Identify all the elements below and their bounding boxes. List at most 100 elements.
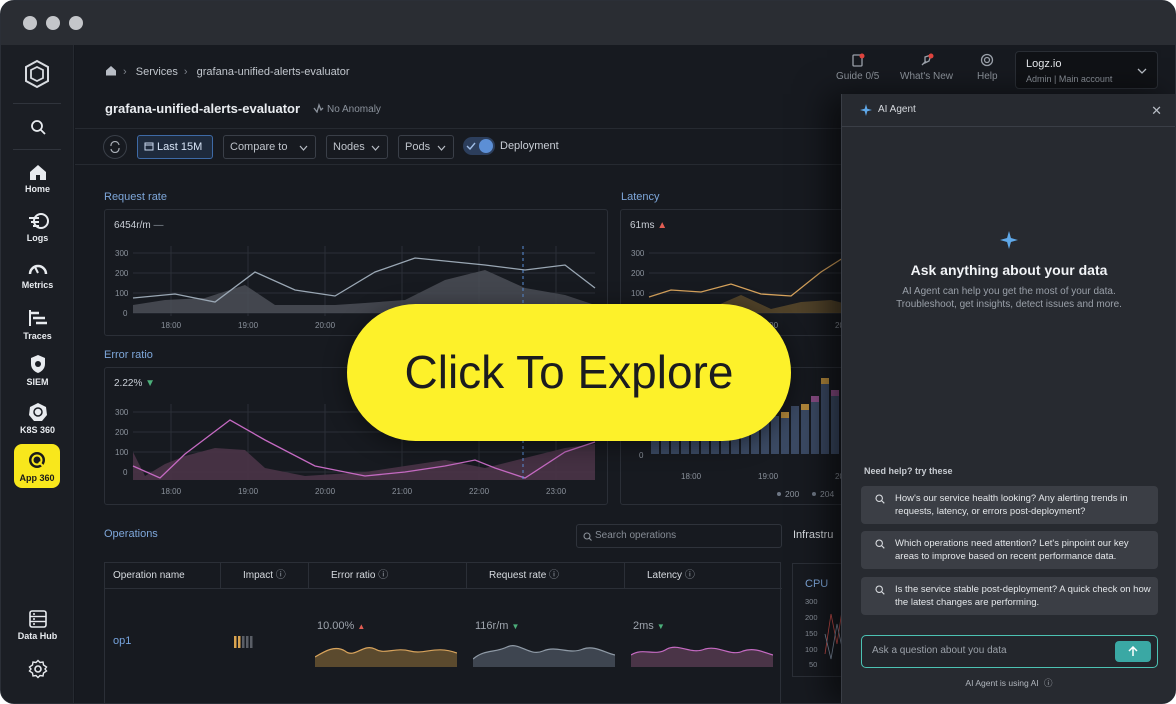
account-switcher[interactable]: Logz.io Admin | Main account xyxy=(1015,51,1158,89)
y-tick: 300 xyxy=(631,249,645,258)
window-dot-minimize[interactable] xyxy=(46,16,60,30)
ai-footer: AI Agent is using AI ⓘ xyxy=(842,677,1175,689)
y-tick: 200 xyxy=(115,269,129,278)
sidebar-divider xyxy=(13,103,61,104)
refresh-button[interactable] xyxy=(103,135,127,159)
y-tick: 300 xyxy=(115,408,129,417)
search-icon xyxy=(583,532,592,541)
guide-button[interactable]: Guide 0/5 xyxy=(836,53,879,82)
operation-name-link[interactable]: op1 xyxy=(113,635,131,647)
sidebar-item-label: Logs xyxy=(26,233,49,243)
x-tick: 19:00 xyxy=(238,321,259,330)
column-header-latency[interactable]: Latency ⓘ xyxy=(625,563,782,589)
y-tick: 0 xyxy=(123,468,128,477)
latency-sparkline xyxy=(631,646,773,667)
anomaly-icon xyxy=(313,102,324,114)
ai-suggestion-3[interactable]: Is the service stable post-deployment? A… xyxy=(861,577,1158,615)
status-bar xyxy=(801,410,809,454)
y-tick: 100 xyxy=(115,289,129,298)
time-range-button[interactable]: Last 15M xyxy=(137,135,213,159)
rocket-icon xyxy=(921,53,934,66)
column-header-operation[interactable]: Operation name xyxy=(105,563,221,589)
operations-table: Operation name Impact ⓘ Error ratio ⓘ Re… xyxy=(104,562,782,703)
guide-label: Guide 0/5 xyxy=(836,71,880,82)
status-bar xyxy=(831,396,839,454)
sidebar-item-label: SIEM xyxy=(26,377,49,387)
x-tick: 21:00 xyxy=(392,487,413,496)
anomaly-status: No Anomaly xyxy=(313,102,381,115)
ai-suggestion-2[interactable]: Which operations need attention? Let's p… xyxy=(861,531,1158,569)
search-icon xyxy=(875,539,885,549)
sidebar-item-datahub[interactable]: Data Hub xyxy=(1,610,74,654)
error-ratio-title: Error ratio xyxy=(104,349,153,361)
sidebar-item-search[interactable] xyxy=(1,119,74,163)
breadcrumb: › Services › grafana-unified-alerts-evalu… xyxy=(105,65,356,78)
calendar-icon xyxy=(144,142,154,151)
window-dot-maximize[interactable] xyxy=(69,16,83,30)
y-tick: 100 xyxy=(805,645,818,654)
sidebar-item-label: Data Hub xyxy=(17,631,58,641)
pods-dropdown[interactable]: Pods xyxy=(398,135,454,159)
sidebar-item-label: K8S 360 xyxy=(19,425,56,435)
status-bar xyxy=(811,402,819,454)
send-button[interactable] xyxy=(1115,641,1151,662)
x-tick: 20:00 xyxy=(315,321,336,330)
sidebar-item-settings[interactable] xyxy=(1,659,74,703)
sidebar-item-home[interactable]: Home xyxy=(1,163,74,207)
column-header-error-ratio[interactable]: Error ratio ⓘ xyxy=(309,563,467,589)
sidebar-item-logs[interactable]: Logs xyxy=(1,212,74,256)
home-icon[interactable] xyxy=(105,65,117,76)
row-request-rate: 116r/m ▼ xyxy=(475,620,520,632)
sidebar-item-traces[interactable]: Traces xyxy=(1,308,74,352)
sidebar-item-app360[interactable]: App 360 xyxy=(14,444,60,488)
ai-suggestion-1[interactable]: How's our service health looking? Any al… xyxy=(861,486,1158,524)
sidebar-divider xyxy=(13,149,61,150)
search-operations-placeholder: Search operations xyxy=(595,530,677,541)
datahub-icon xyxy=(28,610,47,628)
status-bar xyxy=(821,384,829,454)
click-to-explore-button[interactable]: Click To Explore xyxy=(347,304,791,441)
window-dot-close[interactable] xyxy=(23,16,37,30)
y-tick: 100 xyxy=(631,289,645,298)
logzio-logo-icon[interactable] xyxy=(23,59,51,89)
deployment-toggle[interactable] xyxy=(463,137,495,155)
y-tick: 200 xyxy=(631,269,645,278)
nodes-dropdown[interactable]: Nodes xyxy=(326,135,388,159)
compare-to-dropdown[interactable]: Compare to xyxy=(223,135,316,159)
ai-agent-subtitle: AI Agent can help you get the most of yo… xyxy=(896,286,1122,310)
shield-icon xyxy=(30,355,45,373)
chevron-down-icon xyxy=(371,145,380,151)
anomaly-label: No Anomaly xyxy=(327,104,381,115)
ai-question-input[interactable]: Ask a question about you data xyxy=(861,635,1158,668)
ai-footer-text: AI Agent is using AI xyxy=(965,678,1039,688)
ai-agent-title: AI Agent xyxy=(878,104,916,115)
status-bar-segment xyxy=(781,412,789,418)
y-tick: 0 xyxy=(123,309,128,318)
column-header-request-rate[interactable]: Request rate ⓘ xyxy=(467,563,625,589)
x-tick: 18:00 xyxy=(161,321,182,330)
check-icon xyxy=(466,142,476,150)
search-operations-input[interactable]: Search operations xyxy=(576,524,782,548)
sidebar-item-siem[interactable]: SIEM xyxy=(1,354,74,398)
sidebar-item-label: Metrics xyxy=(21,280,54,290)
gauge-icon xyxy=(28,264,47,275)
y-tick: 300 xyxy=(115,249,129,258)
kubernetes-icon xyxy=(28,403,47,421)
column-header-impact[interactable]: Impact ⓘ xyxy=(221,563,309,589)
help-button[interactable]: Help xyxy=(977,53,998,82)
status-bar xyxy=(771,416,779,454)
ai-question-placeholder: Ask a question about you data xyxy=(872,645,1007,656)
arrow-up-icon xyxy=(1128,646,1138,656)
chevron-down-icon xyxy=(1137,68,1147,74)
breadcrumb-services[interactable]: Services xyxy=(136,66,178,78)
traces-icon xyxy=(28,310,47,326)
sidebar-item-metrics[interactable]: Metrics xyxy=(1,259,74,303)
close-icon[interactable]: ✕ xyxy=(1151,103,1162,119)
title-bar xyxy=(1,1,1175,45)
x-tick: 19:00 xyxy=(758,472,779,481)
sidebar-item-k8s[interactable]: K8S 360 xyxy=(1,402,74,446)
legend-204: 204 xyxy=(820,489,834,499)
whats-new-button[interactable]: What's New xyxy=(900,53,953,82)
info-icon[interactable]: ⓘ xyxy=(1044,678,1053,688)
compare-label: Compare to xyxy=(230,141,288,153)
